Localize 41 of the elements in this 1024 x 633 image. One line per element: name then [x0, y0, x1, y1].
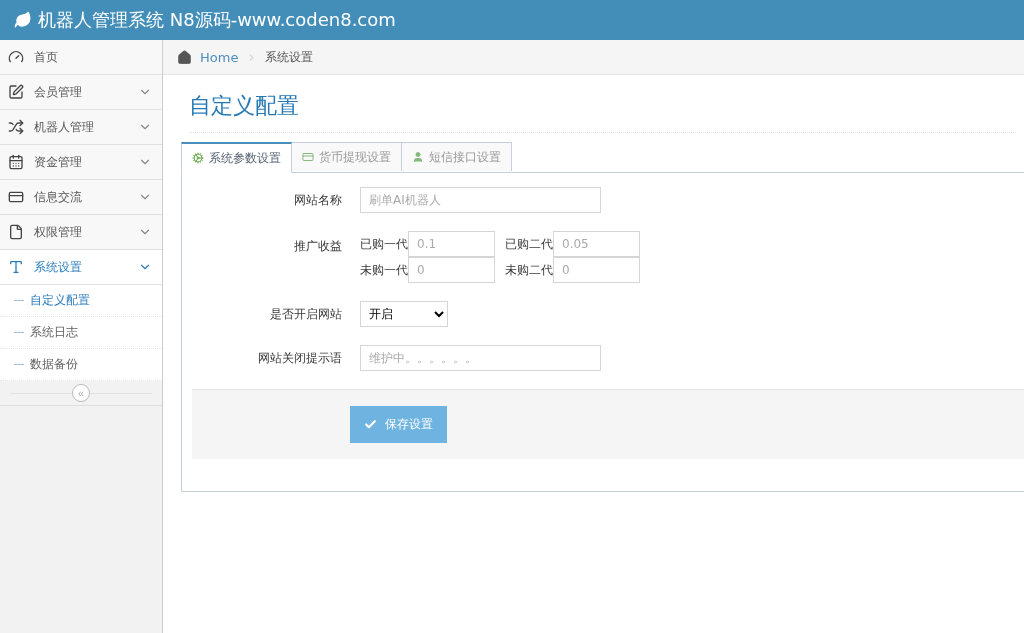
- shuffle-icon: [8, 119, 24, 135]
- site-name-input[interactable]: 刷单AI机器人: [360, 187, 601, 213]
- calendar-icon: [8, 154, 24, 170]
- commission-input[interactable]: 0: [408, 257, 495, 283]
- commission-input[interactable]: 0: [553, 257, 640, 283]
- sidebar-item[interactable]: 机器人管理: [0, 110, 162, 145]
- sidebar-item[interactable]: 权限管理: [0, 215, 162, 250]
- field-label: 是否开启网站: [269, 305, 343, 323]
- field-label: 未购一代: [360, 261, 408, 279]
- breadcrumb-current: 系统设置: [265, 48, 314, 66]
- card-icon: [302, 151, 314, 163]
- sidebar-item[interactable]: 系统设置: [0, 250, 162, 285]
- field-label: 网站名称: [293, 191, 343, 209]
- submenu-item[interactable]: 系统日志: [0, 317, 162, 349]
- home-icon: [177, 49, 192, 65]
- page-title: 自定义配置: [189, 75, 1016, 133]
- close-message-input[interactable]: 维护中。。。。。。: [360, 345, 601, 371]
- check-icon: [364, 418, 377, 431]
- commission-input[interactable]: 0.05: [553, 231, 640, 257]
- sidebar-item[interactable]: 信息交流: [0, 180, 162, 215]
- field-label: 已购一代: [360, 235, 408, 253]
- field-label: 网站关闭提示语: [257, 349, 343, 367]
- leaf-icon: [14, 11, 32, 29]
- site-open-select[interactable]: 开启: [360, 301, 448, 327]
- app-title: 机器人管理系统 N8源码-www.coden8.com: [38, 8, 396, 32]
- card-icon: [8, 189, 24, 205]
- commission-input[interactable]: 0.1: [408, 231, 495, 257]
- field-label: 未购二代: [505, 261, 553, 279]
- user-icon: [412, 151, 424, 163]
- submenu-item[interactable]: 自定义配置: [0, 285, 162, 317]
- field-label: 推广收益: [293, 238, 343, 255]
- edit-icon: [8, 84, 24, 100]
- tab[interactable]: 系统参数设置: [181, 142, 292, 173]
- text-icon: [8, 259, 24, 275]
- submenu-item[interactable]: 数据备份: [0, 349, 162, 381]
- dashboard-icon: [8, 49, 24, 65]
- sidebar-item[interactable]: 资金管理: [0, 145, 162, 180]
- file-icon: [8, 224, 24, 240]
- sidebar-item[interactable]: 会员管理: [0, 75, 162, 110]
- sidebar-item[interactable]: 首页: [0, 40, 162, 75]
- field-label: 已购二代: [505, 235, 553, 253]
